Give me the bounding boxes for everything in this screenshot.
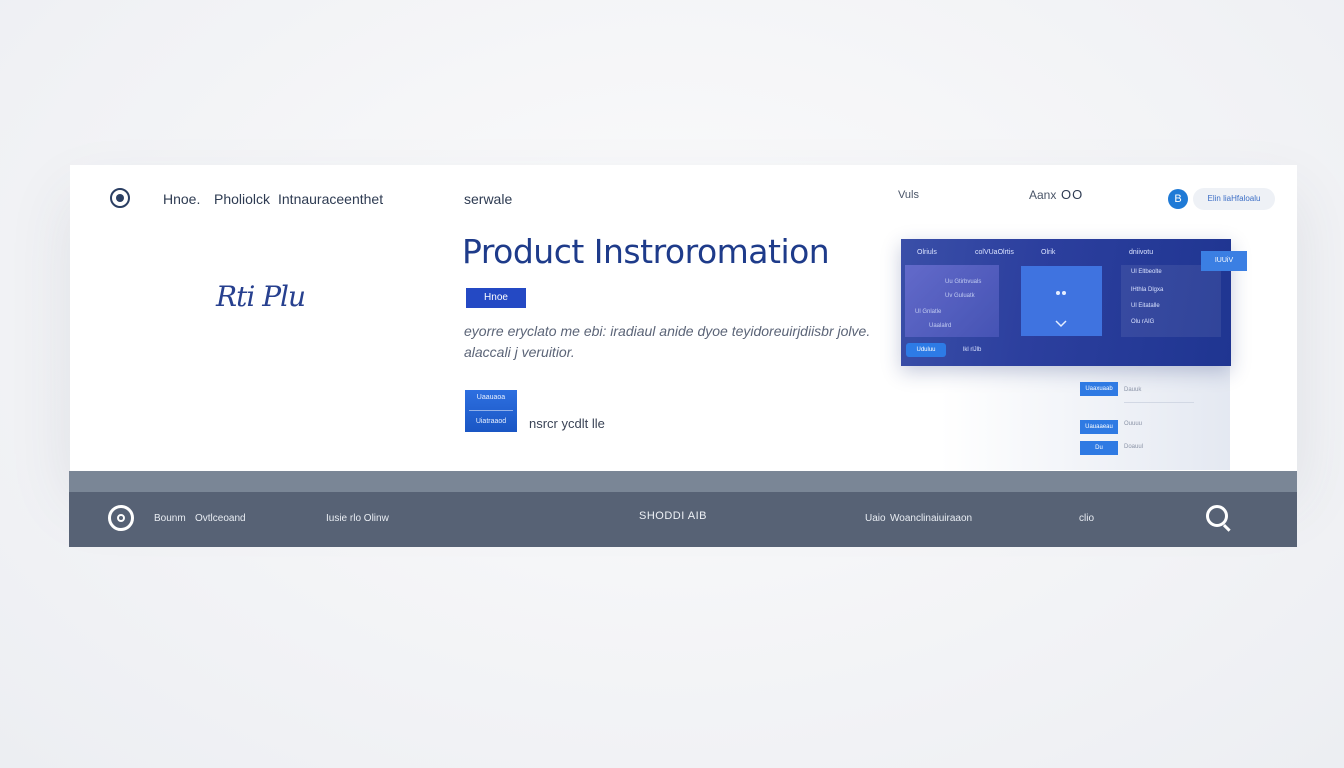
nav-home[interactable]: Hnoe. bbox=[163, 191, 200, 207]
mockup-row: Uaalalrd bbox=[929, 323, 952, 329]
nav-international[interactable]: Intnauraceenthet bbox=[278, 191, 383, 207]
nav-portfolio[interactable]: Pholiolck bbox=[214, 191, 270, 207]
hero-tag[interactable]: Hnoe bbox=[466, 288, 526, 308]
dashboard-mockup: Olriuls colVUaOlrtis Olrik dniivotu Uu G… bbox=[901, 239, 1231, 366]
mockup-panel-left: Uu Gtirbvuals Uv Guluatk Ul Gnlatle Uaal… bbox=[905, 265, 999, 337]
mini-text: Doauul bbox=[1124, 444, 1144, 450]
user-label[interactable]: Aanx bbox=[1029, 188, 1056, 202]
page-title: Product Instroromation bbox=[462, 232, 830, 271]
brand-signature: Rti Plu bbox=[216, 280, 306, 313]
footer-logo-icon[interactable] bbox=[108, 505, 134, 531]
cta-link[interactable]: nsrcr ycdlt lle bbox=[529, 416, 605, 431]
mini-button[interactable]: Uaaxuaab bbox=[1080, 382, 1118, 396]
mockup-corner-badge: IUUiV bbox=[1201, 251, 1247, 271]
notification-badge[interactable]: B bbox=[1168, 189, 1188, 209]
nav-views[interactable]: Vuls bbox=[898, 189, 919, 201]
logo-icon[interactable] bbox=[110, 188, 130, 208]
mockup-row: Uv Guluatk bbox=[945, 293, 975, 299]
mini-text: Ouuuu bbox=[1124, 421, 1143, 427]
mini-text: Dauuk bbox=[1124, 387, 1142, 393]
mockup-tab: Olriuls bbox=[917, 249, 937, 256]
mini-button[interactable]: Uauaaeau bbox=[1080, 420, 1118, 434]
mockup-row: Olu rAIG bbox=[1131, 319, 1155, 325]
search-icon[interactable] bbox=[1206, 505, 1228, 527]
footer-title: SHODDI AIB bbox=[639, 510, 707, 522]
hero-description: eyorre eryclato me ebi: iradiaul anide d… bbox=[464, 323, 871, 360]
mini-button[interactable]: Du bbox=[1080, 441, 1118, 455]
footer-link[interactable]: Bounm bbox=[154, 513, 186, 524]
footer-top-band bbox=[69, 471, 1297, 492]
cta-button[interactable]: Uaauaoa Uiatraaod bbox=[465, 390, 517, 432]
cta-label-bottom: Uiatraaod bbox=[475, 418, 507, 425]
nav-service[interactable]: serwale bbox=[464, 191, 512, 207]
mockup-row: Ul Gnlatle bbox=[915, 309, 942, 315]
mockup-row: lkl rlJlb bbox=[963, 347, 982, 353]
cta-label-top: Uaauaoa bbox=[476, 394, 506, 401]
mockup-row: Ul Eltbeolte bbox=[1131, 269, 1162, 275]
footer-link[interactable]: Woanclinaiuiraaon bbox=[890, 513, 972, 524]
cta-divider bbox=[469, 410, 513, 411]
footer-link[interactable]: Ovtlceoand bbox=[195, 513, 246, 524]
footer-link[interactable]: Uaio bbox=[865, 513, 886, 524]
mockup-row: lHthla Dlgxa bbox=[1131, 287, 1164, 293]
mockup-panel-right: Ul Eltbeolte lHthla Dlgxa Ul Eitatalle O… bbox=[1121, 265, 1221, 337]
mockup-panel-center bbox=[1021, 266, 1102, 336]
mockup-row: Uu Gtirbvuals bbox=[945, 279, 982, 285]
mockup-tab: colVUaOlrtis bbox=[975, 249, 1014, 256]
mockup-tab: Olrik bbox=[1041, 249, 1056, 256]
user-icon[interactable]: OO bbox=[1061, 187, 1083, 202]
mockup-tab: dniivotu bbox=[1129, 249, 1154, 256]
divider bbox=[1124, 402, 1194, 403]
footer-link[interactable]: clio bbox=[1079, 513, 1094, 524]
account-pill-button[interactable]: Elin liaHfaloalu bbox=[1193, 188, 1275, 210]
mockup-row: Ul Eitatalle bbox=[1131, 303, 1160, 309]
mockup-pill: Uduluu bbox=[906, 343, 946, 357]
footer-link[interactable]: Iusie rlo Olinw bbox=[326, 513, 389, 524]
chevron-down-icon bbox=[1055, 291, 1067, 328]
